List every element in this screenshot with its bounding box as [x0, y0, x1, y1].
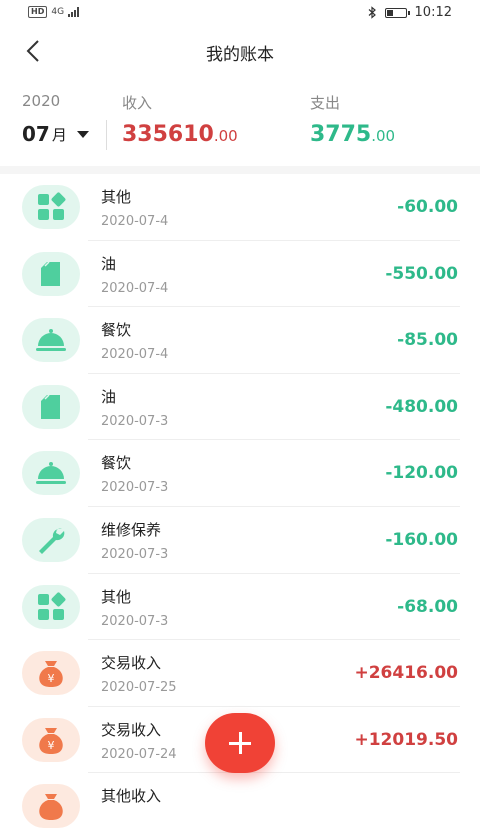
expense-label: 支出: [310, 94, 341, 112]
food-cloche-icon: [36, 462, 66, 485]
record-amount: -480.00: [385, 396, 458, 417]
list-item[interactable]: 餐饮 2020-07-3 -120.00: [0, 440, 480, 507]
list-item[interactable]: ¥ 交易收入 2020-07-25 +26416.00: [0, 640, 480, 707]
category-icon-badge: ¥: [22, 651, 80, 696]
svg-text:¥: ¥: [48, 739, 55, 752]
section-divider: [0, 166, 480, 174]
system-indicators: 10:12: [368, 5, 452, 20]
category-icon-badge: [22, 517, 80, 562]
record-amount: -160.00: [385, 529, 458, 550]
record-date: 2020-07-25: [101, 680, 177, 696]
grid-icon: [38, 592, 66, 620]
record-amount: +26416.00: [354, 663, 458, 684]
income-total: 335610.00: [122, 122, 238, 147]
income-label: 收入: [122, 94, 153, 112]
summary-divider: [106, 120, 107, 150]
fuel-can-icon: [41, 394, 60, 419]
month-selector[interactable]: 07 月: [22, 122, 89, 146]
list-item[interactable]: 餐饮 2020-07-4 -85.00: [0, 307, 480, 374]
page-title: 我的账本: [206, 45, 274, 65]
record-date: 2020-07-3: [101, 546, 169, 562]
svg-text:¥: ¥: [48, 672, 55, 685]
category-icon-badge: [22, 451, 80, 496]
month-unit: 月: [51, 125, 67, 144]
record-title: 其他收入: [101, 787, 162, 806]
money-bag-icon: ¥: [39, 727, 63, 754]
record-amount: -120.00: [385, 463, 458, 484]
record-title: 餐饮: [101, 454, 132, 473]
clock: 10:12: [414, 5, 452, 20]
list-item[interactable]: 其他 2020-07-3 -68.00: [0, 574, 480, 641]
network-indicators: HD 4G: [28, 6, 80, 18]
signal-icon: [68, 7, 80, 17]
list-item[interactable]: 其他 2020-07-4 -60.00: [0, 174, 480, 241]
category-icon-badge: ¥: [22, 717, 80, 762]
plus-icon-stem: [239, 732, 242, 754]
category-icon-badge: [22, 251, 80, 296]
nav-bar: 我的账本: [0, 28, 480, 74]
money-bag-icon: ¥: [39, 661, 63, 688]
list-item[interactable]: 其他收入: [0, 773, 480, 840]
record-title: 餐饮: [101, 321, 132, 340]
record-date: 2020-07-3: [101, 613, 169, 629]
battery-icon: [384, 7, 410, 18]
record-date: 2020-07-4: [101, 347, 169, 363]
hd-icon: HD: [28, 6, 48, 18]
income-total-integer: 335610: [122, 122, 214, 147]
record-date: 2020-07-3: [101, 480, 169, 496]
category-icon-badge: [22, 318, 80, 363]
food-cloche-icon: [36, 329, 66, 352]
expense-total-cents: .00: [371, 127, 396, 145]
record-amount: -60.00: [397, 197, 458, 217]
status-bar: HD 4G 10:12: [0, 0, 480, 28]
record-date: 2020-07-4: [101, 214, 169, 229]
category-icon-badge: [22, 584, 80, 629]
category-icon-badge: [22, 185, 80, 229]
list-item[interactable]: 油 2020-07-3 -480.00: [0, 374, 480, 441]
record-title: 油: [101, 254, 117, 273]
record-amount: -550.00: [385, 263, 458, 284]
fuel-can-icon: [41, 261, 60, 286]
record-amount: -85.00: [397, 330, 458, 351]
month-value: 07: [22, 122, 50, 146]
record-title: 其他: [101, 587, 132, 606]
grid-icon: [38, 192, 66, 220]
record-title: 维修保养: [101, 520, 162, 539]
add-record-button[interactable]: [205, 713, 275, 773]
record-date: 2020-07-4: [101, 280, 169, 296]
network-type: 4G: [51, 7, 65, 17]
record-title: 交易收入: [101, 654, 162, 673]
month-summary: 2020 07 月 收入 335610.00 支出 3775.00: [0, 88, 480, 166]
record-date: 2020-07-24: [101, 746, 177, 762]
record-date: 2020-07-3: [101, 413, 169, 429]
income-total-cents: .00: [213, 127, 238, 145]
category-icon-badge: [22, 784, 80, 829]
record-amount: +12019.50: [354, 729, 458, 750]
list-item[interactable]: 油 2020-07-4 -550.00: [0, 241, 480, 308]
record-title: 其他: [101, 188, 132, 206]
list-item[interactable]: 维修保养 2020-07-3 -160.00: [0, 507, 480, 574]
caret-down-icon: [76, 130, 89, 138]
record-title: 交易收入: [101, 720, 162, 739]
year-label: 2020: [22, 92, 61, 110]
record-amount: -68.00: [397, 596, 458, 617]
category-icon-badge: [22, 384, 80, 429]
money-bag-icon: [39, 794, 63, 821]
wrench-icon: [39, 528, 65, 554]
expense-total-integer: 3775: [310, 122, 372, 147]
expense-total: 3775.00: [310, 122, 395, 147]
bluetooth-icon: [368, 6, 376, 19]
record-title: 油: [101, 387, 117, 406]
